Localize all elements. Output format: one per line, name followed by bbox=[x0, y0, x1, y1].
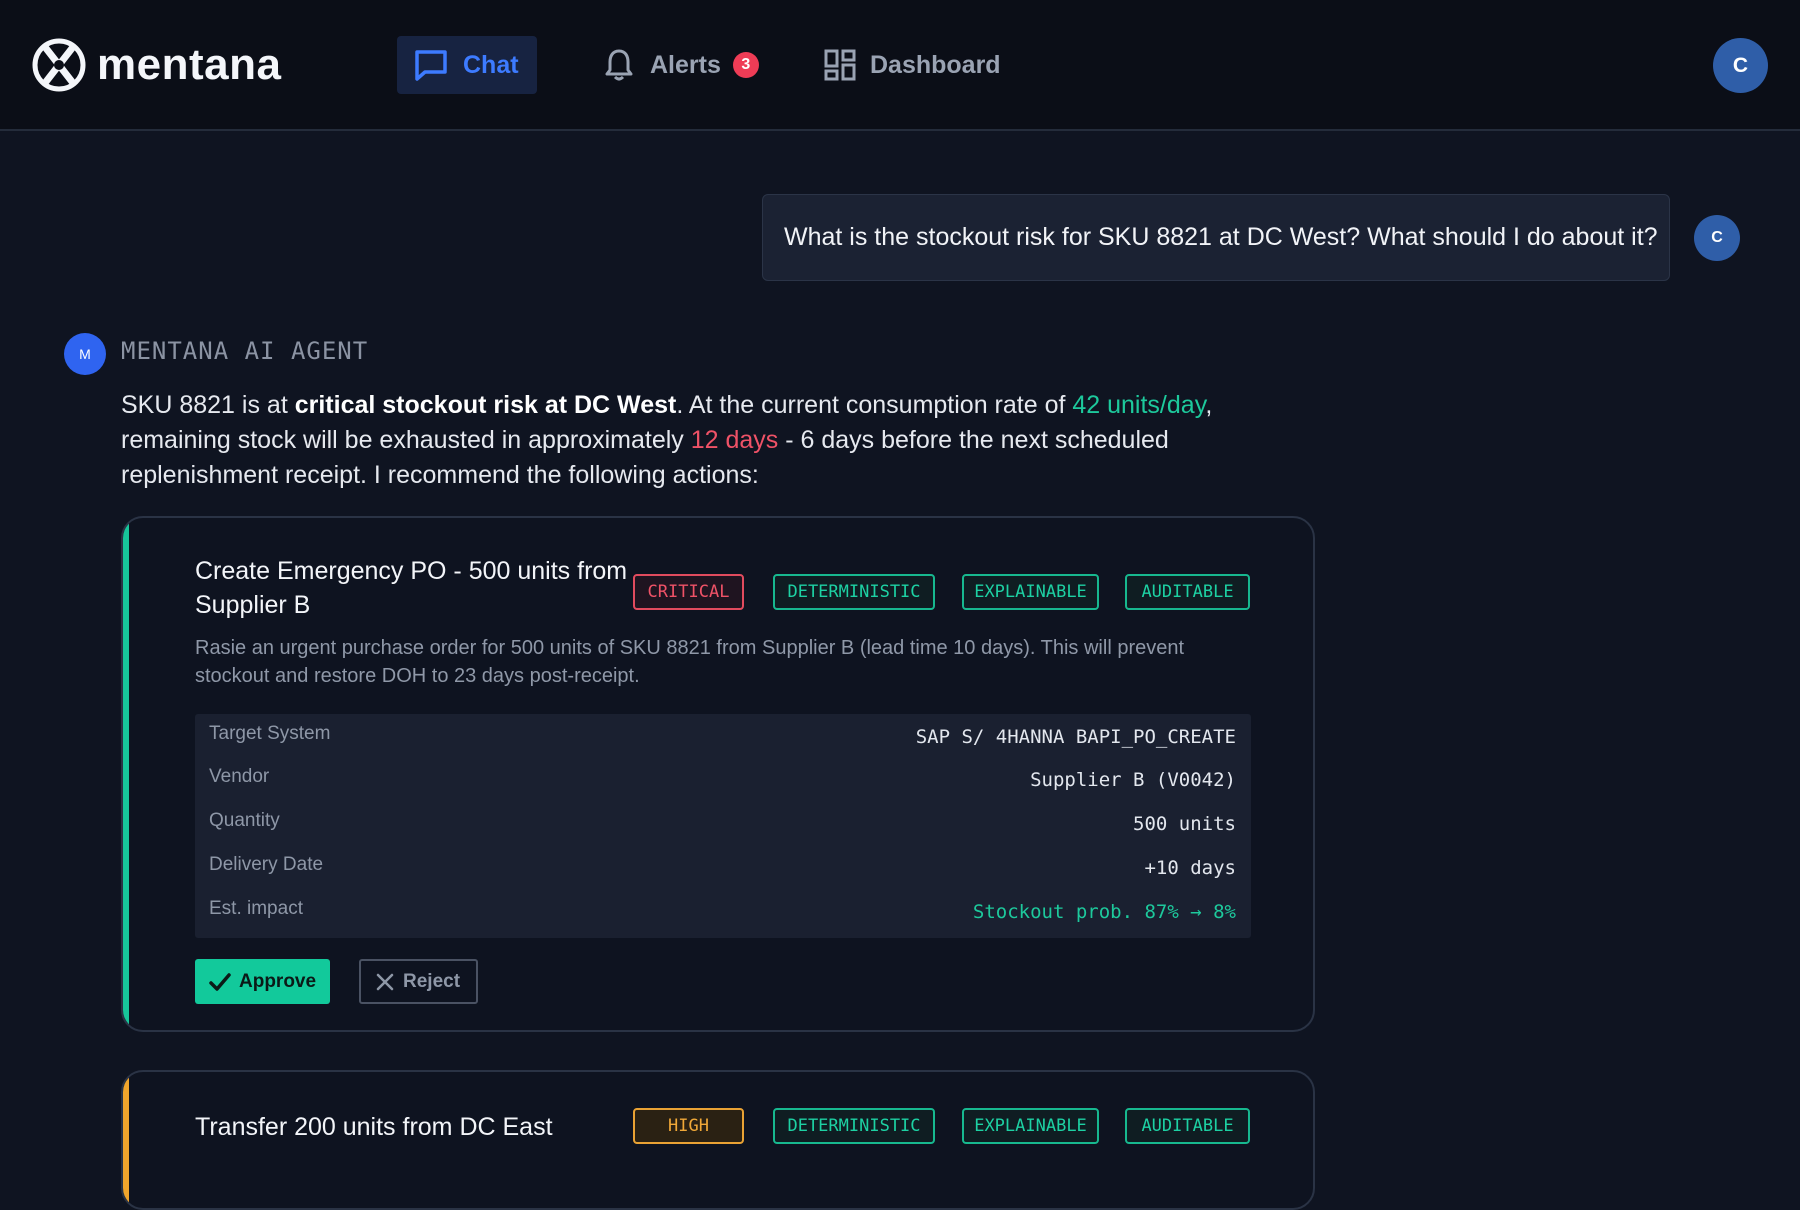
brand-logo[interactable]: mentana bbox=[31, 37, 281, 93]
user-message-avatar: C bbox=[1694, 215, 1740, 261]
action-card-emergency-po: Create Emergency PO - 500 units from Sup… bbox=[121, 516, 1315, 1032]
user-message-text: What is the stockout risk for SKU 8821 a… bbox=[784, 223, 1658, 251]
user-avatar[interactable]: C bbox=[1713, 38, 1768, 93]
action-card-transfer-units: Transfer 200 units from DC East HIGH DET… bbox=[121, 1070, 1315, 1210]
detail-value: +10 days bbox=[1144, 857, 1236, 879]
tag-explainable: EXPLAINABLE bbox=[962, 574, 1099, 610]
agent-avatar: M bbox=[64, 333, 106, 375]
approve-button-label: Approve bbox=[239, 970, 317, 992]
detail-row-est-impact: Est. impact Stockout prob. 87% → 8% bbox=[195, 889, 1251, 933]
consumption-rate-value: 42 units/day bbox=[1072, 391, 1206, 419]
mentana-logo-icon bbox=[32, 38, 86, 92]
tag-auditable: AUDITABLE bbox=[1125, 574, 1250, 610]
detail-label: Vendor bbox=[209, 766, 270, 787]
close-icon bbox=[376, 973, 394, 990]
detail-label: Target System bbox=[209, 723, 331, 744]
dashboard-grid-icon bbox=[824, 49, 856, 81]
agent-reply-text: SKU 8821 is at critical stockout risk at… bbox=[121, 388, 1221, 493]
priority-tag-critical: CRITICAL bbox=[633, 574, 744, 610]
agent-name-label: MENTANA AI AGENT bbox=[121, 337, 369, 365]
reject-button[interactable]: Reject bbox=[359, 959, 478, 1004]
agent-reply-segment: SKU 8821 is at bbox=[121, 391, 295, 419]
detail-value: SAP S/ 4HANNA BAPI_PO_CREATE bbox=[915, 726, 1236, 748]
detail-value: Supplier B (V0042) bbox=[1030, 769, 1236, 791]
detail-row-target-system: Target System SAP S/ 4HANNA BAPI_PO_CREA… bbox=[195, 714, 1251, 758]
nav-tab-dashboard-label: Dashboard bbox=[870, 50, 1001, 79]
priority-tag-high: HIGH bbox=[633, 1108, 744, 1144]
detail-row-quantity: Quantity 500 units bbox=[195, 801, 1251, 845]
chat-bubble-icon bbox=[415, 50, 447, 81]
days-to-stockout-value: 12 days bbox=[690, 426, 779, 454]
action-details-table: Target System SAP S/ 4HANNA BAPI_PO_CREA… bbox=[195, 714, 1251, 938]
brand-name: mentana bbox=[97, 40, 282, 89]
nav-tab-alerts[interactable]: Alerts 3 bbox=[602, 36, 759, 94]
detail-value: Stockout prob. 87% → 8% bbox=[972, 901, 1236, 923]
approve-button[interactable]: Approve bbox=[195, 959, 330, 1004]
agent-reply-risk-emphasis: critical stockout risk at DC West bbox=[294, 391, 677, 419]
detail-label: Delivery Date bbox=[209, 854, 324, 875]
nav-tab-dashboard[interactable]: Dashboard bbox=[824, 36, 1001, 94]
nav-tab-chat[interactable]: Chat bbox=[397, 36, 537, 94]
top-navigation-bar: mentana Chat Alerts 3 Dashboard C bbox=[0, 0, 1800, 131]
detail-row-delivery-date: Delivery Date +10 days bbox=[195, 845, 1251, 889]
nav-tab-chat-label: Chat bbox=[463, 50, 519, 79]
agent-reply-segment: . At the current consumption rate of bbox=[676, 391, 1073, 419]
checkmark-icon bbox=[209, 972, 231, 991]
action-card-title: Create Emergency PO - 500 units from Sup… bbox=[195, 557, 628, 619]
alerts-count-badge: 3 bbox=[732, 52, 759, 78]
detail-row-vendor: Vendor Supplier B (V0042) bbox=[195, 757, 1251, 801]
tag-auditable: AUDITABLE bbox=[1125, 1108, 1250, 1144]
tag-deterministic: DETERMINISTIC bbox=[773, 574, 935, 610]
reject-button-label: Reject bbox=[403, 970, 461, 992]
nav-tab-alerts-label: Alerts bbox=[650, 50, 721, 79]
detail-label: Est. impact bbox=[209, 898, 303, 919]
user-message-bubble: What is the stockout risk for SKU 8821 a… bbox=[762, 194, 1670, 281]
detail-label: Quantity bbox=[209, 810, 280, 831]
tag-explainable: EXPLAINABLE bbox=[962, 1108, 1099, 1144]
action-card-title: Transfer 200 units from DC East bbox=[195, 1113, 553, 1141]
tag-deterministic: DETERMINISTIC bbox=[773, 1108, 935, 1144]
bell-icon bbox=[605, 49, 633, 81]
detail-value: 500 units bbox=[1133, 813, 1236, 835]
action-card-description: Rasie an urgent purchase order for 500 u… bbox=[195, 637, 1185, 687]
